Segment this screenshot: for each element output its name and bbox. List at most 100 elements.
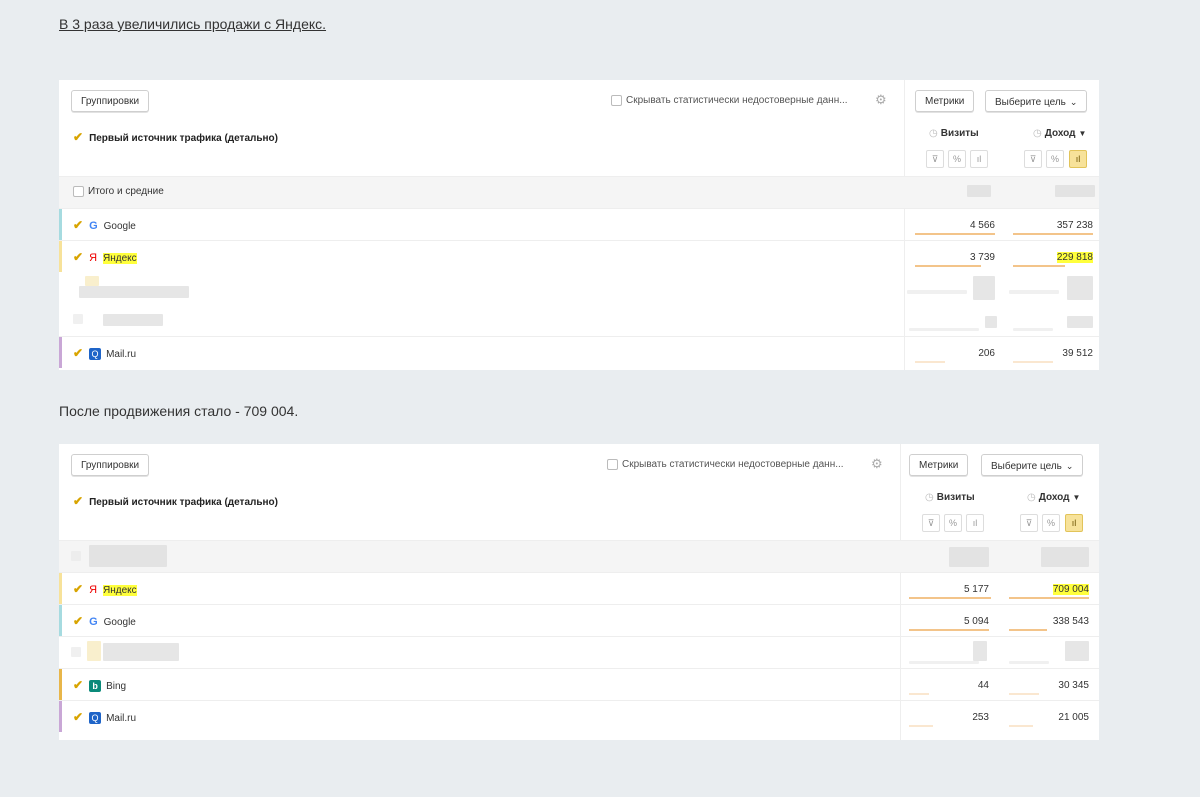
pixelated-value xyxy=(85,276,99,286)
income-value: 338 543 xyxy=(1052,616,1089,627)
dimension-header[interactable]: ✔ Первый источник трафика (детально) xyxy=(73,130,278,144)
percent-icon[interactable]: % xyxy=(944,514,962,532)
result-text: После продвижения стало - 709 004. xyxy=(59,403,299,419)
filter-icon[interactable]: ⊽ xyxy=(1024,150,1042,168)
checkbox-icon[interactable]: ✔ xyxy=(73,710,83,724)
row-accent xyxy=(59,337,62,368)
pixelated-value xyxy=(1009,290,1059,294)
checkbox-icon[interactable]: ✔ xyxy=(73,250,83,264)
source-name: Mail.ru xyxy=(106,713,137,724)
goal-select[interactable]: Выберите цель ⌄ xyxy=(981,454,1084,476)
table-row[interactable]: ✔ b Bing 44 30 345 xyxy=(59,668,1099,700)
yandex-icon: Я xyxy=(89,252,98,264)
metrics-button[interactable]: Метрики xyxy=(909,454,969,476)
visits-value: 4 566 xyxy=(969,220,995,231)
pixelated-value xyxy=(71,647,81,657)
visits-bar xyxy=(915,265,981,267)
pixelated-value xyxy=(973,276,995,300)
table-row[interactable]: ✔ Q Mail.ru 206 39 512 xyxy=(59,336,1099,368)
income-value: 30 345 xyxy=(1058,680,1089,691)
table-row[interactable]: ✔ Я Яндекс 3 739 229 818 xyxy=(59,240,1099,272)
checkbox-icon[interactable]: ✔ xyxy=(73,614,83,628)
post-heading-link[interactable]: В 3 раза увеличились продажи с Яндекс. xyxy=(59,16,326,32)
percent-icon[interactable]: % xyxy=(1042,514,1060,532)
income-value: 21 005 xyxy=(1058,712,1089,723)
clock-icon: ◷ xyxy=(1027,492,1036,503)
goal-select[interactable]: Выберите цель ⌄ xyxy=(985,90,1088,112)
checkbox-icon[interactable]: ✔ xyxy=(73,218,83,232)
income-header[interactable]: ◷ Доход ▼ xyxy=(1027,492,1080,503)
hide-unreliable-option[interactable]: Скрывать статистически недостоверные дан… xyxy=(607,459,844,470)
groupings-button[interactable]: Группировки xyxy=(71,90,150,112)
visits-header[interactable]: ◷ Визиты xyxy=(929,128,979,139)
pixelated-value xyxy=(909,661,979,664)
income-bar xyxy=(1009,693,1039,695)
source-name: Google xyxy=(103,617,136,628)
table-row[interactable]: ✔ G Google 5 094 338 543 xyxy=(59,604,1099,636)
metrics-label: Метрики xyxy=(925,96,965,107)
bar-chart-icon[interactable]: ıl xyxy=(966,514,984,532)
bar-chart-icon[interactable]: ıl xyxy=(1065,514,1083,532)
pixelated-value xyxy=(1067,276,1093,300)
dimension-header[interactable]: ✔ Первый источник трафика (детально) xyxy=(73,494,278,508)
income-bar xyxy=(1009,629,1047,631)
filter-icon[interactable]: ⊽ xyxy=(926,150,944,168)
percent-icon[interactable]: % xyxy=(1046,150,1064,168)
goal-label: Выберите цель xyxy=(995,97,1066,108)
visits-value: 253 xyxy=(972,712,989,723)
goal-label: Выберите цель xyxy=(991,461,1062,472)
metrica-report-before: Группировки Скрывать статистически недос… xyxy=(59,80,1099,370)
bar-chart-icon[interactable]: ıl xyxy=(1069,150,1087,168)
percent-icon[interactable]: % xyxy=(948,150,966,168)
source-name: Mail.ru xyxy=(106,349,137,360)
filter-icon[interactable]: ⊽ xyxy=(1020,514,1038,532)
visits-header[interactable]: ◷ Визиты xyxy=(925,492,975,503)
checkbox-icon[interactable] xyxy=(607,459,618,470)
bing-icon: b xyxy=(89,680,102,693)
visits-value: 5 177 xyxy=(963,584,989,595)
pixelated-value xyxy=(973,641,987,661)
visits-bar xyxy=(909,725,933,727)
checkbox-icon[interactable]: ✔ xyxy=(73,582,83,596)
checkbox-icon[interactable]: ✔ xyxy=(73,130,83,144)
income-value: 357 238 xyxy=(1056,220,1093,231)
pixelated-value xyxy=(89,545,167,567)
pixelated-value xyxy=(985,316,997,328)
table-row[interactable] xyxy=(59,272,1099,304)
chevron-down-icon: ⌄ xyxy=(1069,97,1078,107)
bar-chart-icon[interactable]: ıl xyxy=(970,150,988,168)
gear-icon[interactable]: ⚙ xyxy=(875,92,887,108)
table-row[interactable]: ✔ Я Яндекс 5 177 709 004 xyxy=(59,572,1099,604)
checkbox-icon[interactable] xyxy=(73,186,84,197)
income-bar xyxy=(1009,597,1089,599)
checkbox-icon[interactable]: ✔ xyxy=(73,494,83,508)
gear-icon[interactable]: ⚙ xyxy=(871,456,883,472)
dimension-title: Первый источник трафика (детально) xyxy=(89,133,278,144)
checkbox-icon[interactable] xyxy=(611,95,622,106)
checkbox-icon[interactable]: ✔ xyxy=(73,346,83,360)
totals-text: Итого и средние xyxy=(88,186,164,198)
visits-value: 206 xyxy=(978,348,995,359)
table-row[interactable]: ✔ Q Mail.ru 253 21 005 xyxy=(59,700,1099,732)
hide-unreliable-option[interactable]: Скрывать статистически недостоверные дан… xyxy=(611,95,848,106)
metrics-button[interactable]: Метрики xyxy=(915,90,975,112)
table-row[interactable] xyxy=(59,636,1099,668)
pixelated-value xyxy=(87,641,101,661)
metrics-label: Метрики xyxy=(919,460,959,471)
groupings-label: Группировки xyxy=(81,96,140,107)
table-row[interactable]: ✔ G Google 4 566 357 238 xyxy=(59,208,1099,240)
groupings-button[interactable]: Группировки xyxy=(71,454,150,476)
visits-bar xyxy=(909,693,929,695)
filter-icon[interactable]: ⊽ xyxy=(922,514,940,532)
row-accent xyxy=(59,241,62,272)
income-header[interactable]: ◷ Доход ▼ xyxy=(1033,128,1086,139)
checkbox-icon[interactable]: ✔ xyxy=(73,678,83,692)
table-header: ✔ Первый источник трафика (детально) ◷ Виз… xyxy=(59,120,1099,176)
visits-label: Визиты xyxy=(940,128,979,139)
table-row[interactable] xyxy=(59,304,1099,336)
visits-bar xyxy=(915,233,995,235)
chevron-down-icon: ⌄ xyxy=(1065,461,1074,471)
report-toolbar: Группировки Скрывать статистически недос… xyxy=(59,80,1099,120)
pixelated-value xyxy=(1055,185,1095,197)
pixelated-value xyxy=(1067,316,1093,328)
